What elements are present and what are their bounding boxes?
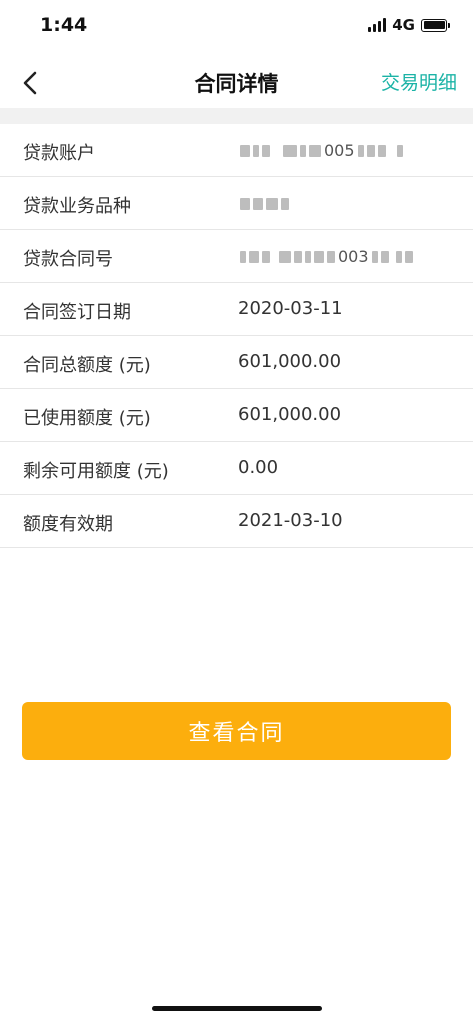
- detail-value: 601,000.00: [238, 404, 342, 425]
- detail-row-sign-date: 合同签订日期 2020-03-11: [0, 283, 473, 336]
- visible-fragment: 003: [338, 247, 369, 266]
- detail-label: 贷款业务品种: [23, 196, 131, 217]
- detail-label: 合同总额度 (元): [23, 355, 151, 376]
- detail-row-total-credit: 合同总额度 (元) 601,000.00: [0, 336, 473, 389]
- detail-label: 剩余可用额度 (元): [23, 461, 169, 482]
- section-divider: [0, 108, 473, 124]
- detail-value: 0.00: [238, 457, 279, 478]
- detail-label: 贷款合同号: [23, 249, 113, 270]
- masked-value: 003: [240, 247, 413, 266]
- detail-value: 2020-03-11: [238, 298, 343, 319]
- signal-icon: [368, 18, 387, 32]
- network-type: 4G: [392, 16, 415, 34]
- detail-value: 601,000.00: [238, 351, 342, 372]
- detail-row-contract-number: 贷款合同号 003: [0, 230, 473, 283]
- detail-label: 已使用额度 (元): [23, 408, 151, 429]
- detail-row-loan-account: 贷款账户 005: [0, 124, 473, 177]
- detail-row-loan-product: 贷款业务品种: [0, 177, 473, 230]
- masked-value: [240, 197, 289, 211]
- navigation-bar: 合同详情 交易明细: [0, 56, 473, 108]
- view-contract-button[interactable]: 查看合同: [22, 702, 451, 760]
- detail-row-credit-validity: 额度有效期 2021-03-10: [0, 495, 473, 548]
- visible-fragment: 005: [324, 141, 355, 160]
- masked-value: 005: [240, 141, 403, 160]
- detail-label: 合同签订日期: [23, 302, 131, 323]
- status-indicators: 4G: [368, 16, 450, 34]
- home-indicator[interactable]: [152, 1006, 322, 1011]
- detail-label: 贷款账户: [23, 143, 95, 164]
- detail-row-used-credit: 已使用额度 (元) 601,000.00: [0, 389, 473, 442]
- battery-icon: [421, 18, 450, 32]
- status-time: 1:44: [40, 14, 88, 36]
- contract-details-list: 贷款账户 005 贷款业务品种 贷款合同号 003 合同签订日期 2020-03…: [0, 124, 473, 548]
- status-bar: 1:44 4G: [0, 0, 473, 56]
- detail-label: 额度有效期: [23, 514, 113, 535]
- detail-value: 2021-03-10: [238, 510, 343, 531]
- transaction-details-link[interactable]: 交易明细: [381, 68, 457, 95]
- detail-row-remaining-credit: 剩余可用额度 (元) 0.00: [0, 442, 473, 495]
